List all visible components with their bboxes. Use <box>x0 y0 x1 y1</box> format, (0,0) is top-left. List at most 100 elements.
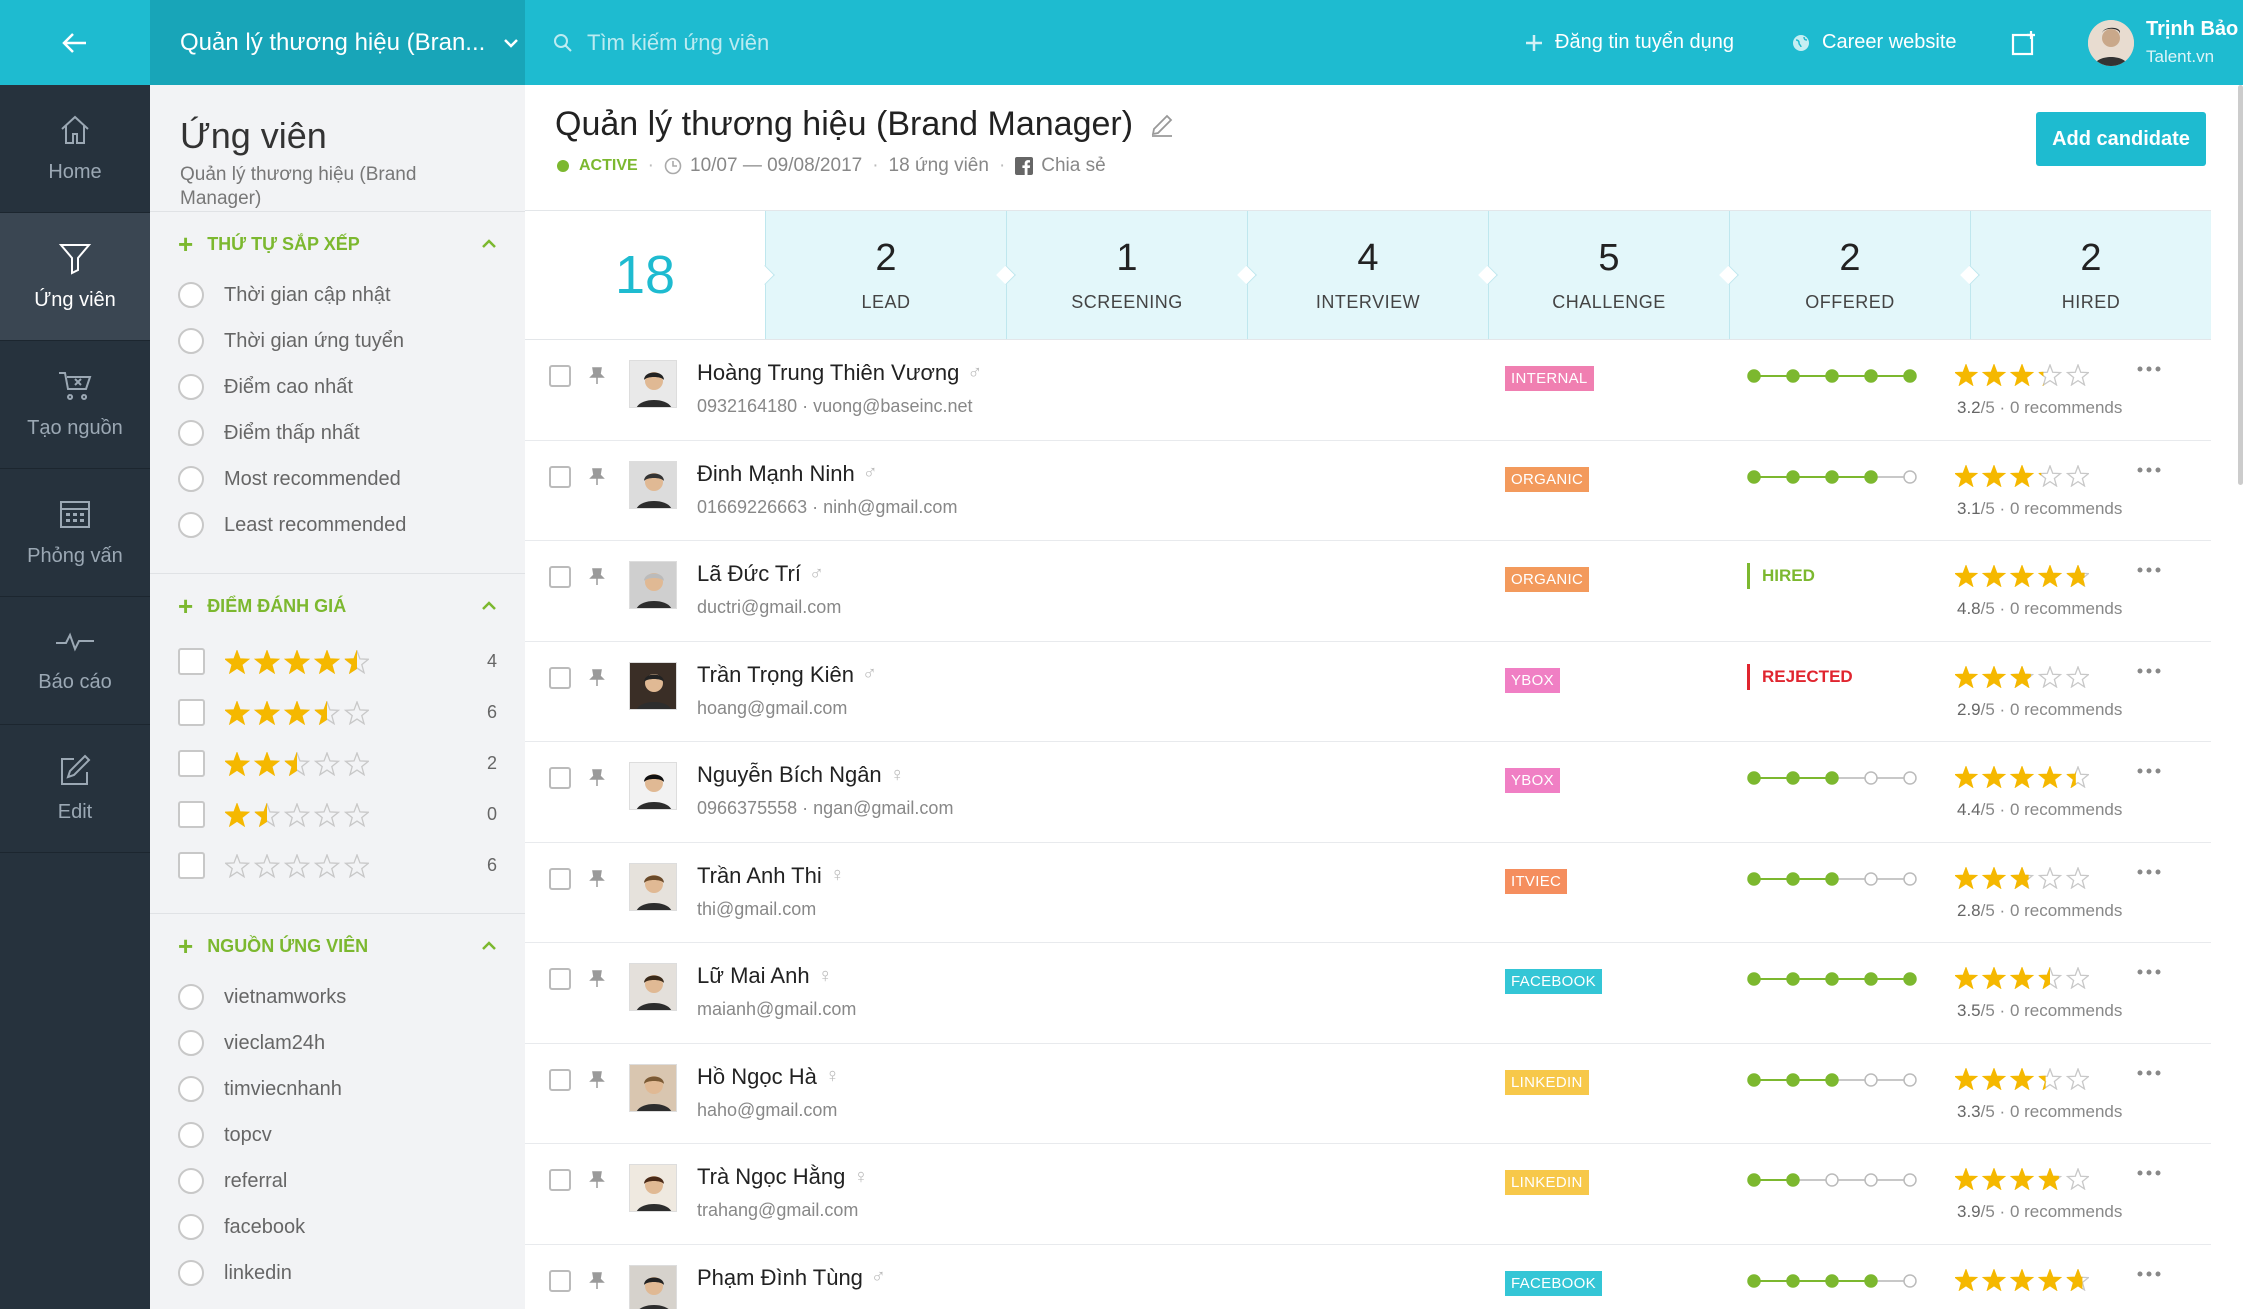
pin-button[interactable] <box>589 568 605 586</box>
candidate-photo[interactable] <box>629 1063 677 1112</box>
row-checkbox[interactable] <box>549 566 571 588</box>
row-checkbox[interactable] <box>549 1269 571 1292</box>
scrollbar[interactable] <box>2238 85 2243 485</box>
candidate-name[interactable]: Phạm Đình Tùng ♂ <box>697 1265 886 1291</box>
career-website-link[interactable]: Career website <box>1792 0 1957 85</box>
add-candidate-button[interactable]: Add candidate <box>2036 112 2206 166</box>
nav-sourcing[interactable]: Tạo nguồn <box>0 341 150 469</box>
table-row[interactable]: Trần Trọng Kiên ♂ hoang@gmail.com YBOX REJEC… <box>525 642 2211 742</box>
source-option[interactable]: vietnamworks <box>150 974 525 1020</box>
rating-filter-option[interactable]: 0 <box>150 789 525 840</box>
pipeline-stage-hired[interactable]: 2 HIRED <box>1960 211 2211 339</box>
more-options-button[interactable] <box>2137 969 2161 975</box>
candidate-photo[interactable] <box>629 460 677 509</box>
pipeline-stage-lead[interactable]: 2 LEAD <box>755 211 1006 339</box>
sort-option[interactable]: Điểm thấp nhất <box>150 410 525 456</box>
candidate-photo[interactable] <box>629 661 677 710</box>
table-row[interactable]: Nguyễn Bích Ngân ♀ 0966375558 · ngan@gmail… <box>525 742 2211 843</box>
job-select-dropdown[interactable]: Quản lý thương hiệu (Bran... <box>150 0 525 85</box>
candidate-name[interactable]: Trần Trọng Kiên ♂ <box>697 662 877 688</box>
row-checkbox[interactable] <box>549 1169 571 1191</box>
row-checkbox[interactable] <box>549 365 571 387</box>
source-option[interactable]: topcv <box>150 1112 525 1158</box>
row-checkbox[interactable] <box>549 1068 571 1091</box>
source-option[interactable]: linkedin <box>150 1250 525 1296</box>
table-row[interactable]: Trần Anh Thi ♀ thi@gmail.com ITVIEC 2.8/5 · … <box>525 843 2211 943</box>
notification-button[interactable] <box>2010 0 2050 85</box>
pin-button[interactable] <box>589 769 605 787</box>
pin-button[interactable] <box>589 668 605 687</box>
post-job-button[interactable]: Đăng tin tuyển dụng <box>1525 0 1734 85</box>
table-row[interactable]: Lữ Mai Anh ♀ maianh@gmail.com FACEBOOK 3.5/5… <box>525 943 2211 1044</box>
table-row[interactable]: Trà Ngọc Hằng ♀ trahang@gmail.com LINKEDIN 3… <box>525 1144 2211 1245</box>
sort-option[interactable]: Most recommended <box>150 456 525 502</box>
table-row[interactable]: Phạm Đình Tùng ♂ FACEBOOK <box>525 1245 2211 1309</box>
source-option[interactable]: vieclam24h <box>150 1020 525 1066</box>
more-options-button[interactable] <box>2137 567 2161 573</box>
table-row[interactable]: Đinh Mạnh Ninh ♂ 01669226663 · ninh@gmail.… <box>525 441 2211 541</box>
radio-button[interactable] <box>178 1122 204 1148</box>
pin-button[interactable] <box>589 869 605 888</box>
candidate-name[interactable]: Trần Anh Thi ♀ <box>697 863 845 889</box>
radio-button[interactable] <box>178 466 204 492</box>
back-button[interactable] <box>0 0 150 85</box>
radio-button[interactable] <box>178 374 204 400</box>
more-options-button[interactable] <box>2137 869 2161 875</box>
candidate-name[interactable]: Đinh Mạnh Ninh ♂ <box>697 461 878 487</box>
candidate-photo[interactable] <box>629 561 677 609</box>
table-row[interactable]: Hoàng Trung Thiên Vương ♂ 0932164180 · vuo… <box>525 340 2211 441</box>
rating-filter-option[interactable]: 6 <box>150 840 525 891</box>
pin-button[interactable] <box>589 970 605 988</box>
nav-edit[interactable]: Edit <box>0 725 150 853</box>
radio-button[interactable] <box>178 1260 204 1286</box>
candidate-photo[interactable] <box>629 1264 677 1309</box>
row-checkbox[interactable] <box>549 666 571 689</box>
rating-section-header[interactable]: + ĐIỂM ĐÁNH GIÁ <box>150 574 525 638</box>
row-checkbox[interactable] <box>549 465 571 488</box>
candidate-name[interactable]: Nguyễn Bích Ngân ♀ <box>697 762 905 788</box>
table-row[interactable]: Hồ Ngọc Hà ♀ haho@gmail.com LINKEDIN 3.3/5 ·… <box>525 1044 2211 1144</box>
candidate-photo[interactable] <box>629 1164 677 1212</box>
sort-option[interactable]: Least recommended <box>150 502 525 548</box>
rating-filter-option[interactable]: 6 <box>150 687 525 738</box>
radio-button[interactable] <box>178 282 204 308</box>
sort-option[interactable]: Điểm cao nhất <box>150 364 525 410</box>
candidate-photo[interactable] <box>629 963 677 1011</box>
candidate-name[interactable]: Hoàng Trung Thiên Vương ♂ <box>697 360 982 386</box>
rating-filter-option[interactable]: 4 <box>150 636 525 687</box>
more-options-button[interactable] <box>2137 668 2161 674</box>
row-checkbox[interactable] <box>549 867 571 890</box>
candidate-photo[interactable] <box>629 762 677 810</box>
nav-home[interactable]: Home <box>0 85 150 213</box>
source-section-header[interactable]: + NGUỒN ỨNG VIÊN <box>150 914 525 978</box>
candidate-name[interactable]: Hồ Ngọc Hà ♀ <box>697 1064 840 1090</box>
pipeline-total[interactable]: 18 <box>525 211 765 339</box>
radio-button[interactable] <box>178 1168 204 1194</box>
more-options-button[interactable] <box>2137 768 2161 774</box>
more-options-button[interactable] <box>2137 467 2161 473</box>
nav-reports[interactable]: Báo cáo <box>0 597 150 725</box>
source-option[interactable]: timviecnhanh <box>150 1066 525 1112</box>
pin-button[interactable] <box>589 1070 605 1089</box>
candidate-name[interactable]: Trà Ngọc Hằng ♀ <box>697 1164 868 1190</box>
pencil-icon[interactable] <box>1149 112 1175 138</box>
radio-button[interactable] <box>178 1214 204 1240</box>
search-input[interactable] <box>587 29 1087 56</box>
sort-option[interactable]: Thời gian cập nhật <box>150 272 525 318</box>
nav-candidates[interactable]: Ứng viên <box>0 213 150 341</box>
share-link[interactable]: Chia sẻ <box>1041 155 1105 177</box>
pin-button[interactable] <box>589 467 605 486</box>
sort-option[interactable]: Thời gian ứng tuyển <box>150 318 525 364</box>
more-options-button[interactable] <box>2137 1070 2161 1076</box>
more-options-button[interactable] <box>2137 1271 2161 1277</box>
pin-button[interactable] <box>589 1271 605 1290</box>
row-checkbox[interactable] <box>549 767 571 789</box>
checkbox[interactable] <box>178 852 205 879</box>
radio-button[interactable] <box>178 984 204 1010</box>
pipeline-stage-challenge[interactable]: 5 CHALLENGE <box>1478 211 1729 339</box>
radio-button[interactable] <box>178 512 204 538</box>
candidate-name[interactable]: Lữ Mai Anh ♀ <box>697 963 833 989</box>
user-menu[interactable]: Trịnh Bảo Talent.vn <box>2088 0 2238 85</box>
candidate-photo[interactable] <box>629 360 677 408</box>
pin-button[interactable] <box>589 367 605 385</box>
